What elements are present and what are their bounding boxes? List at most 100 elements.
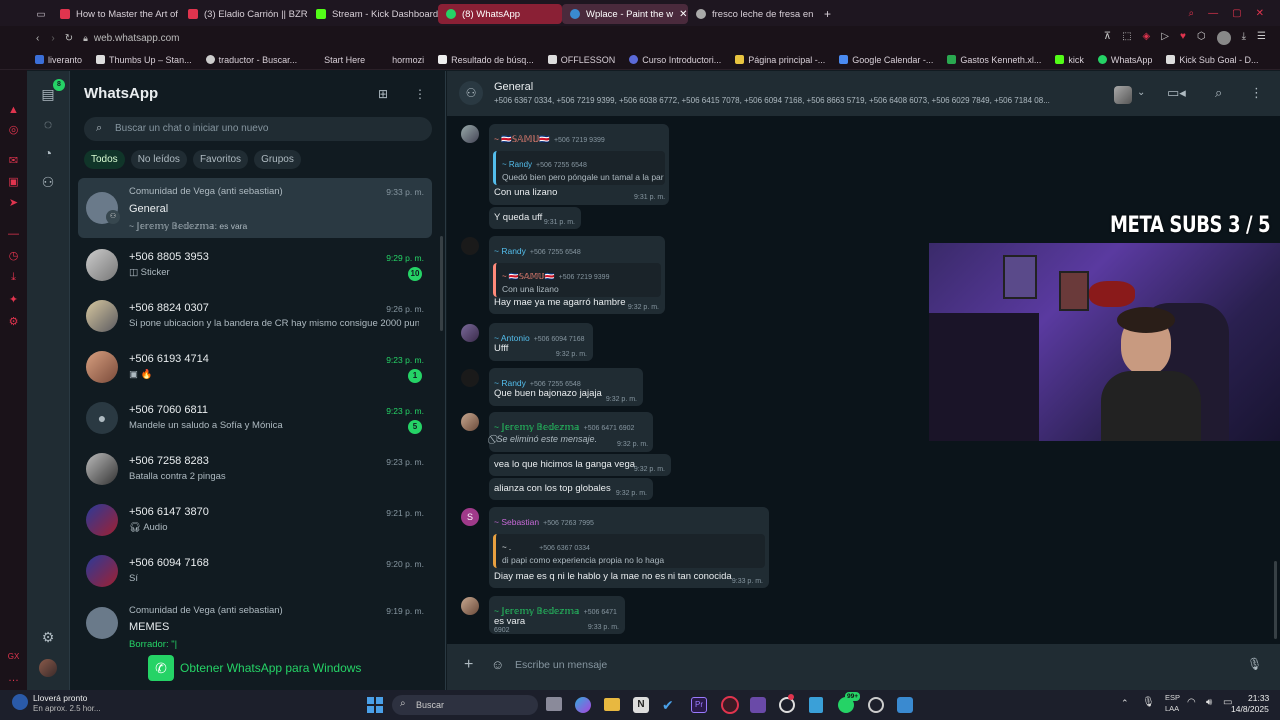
volume-icon[interactable]: 🔊︎ — [1206, 697, 1212, 708]
filter-grupos[interactable]: Grupos — [254, 150, 301, 169]
quoted-message[interactable]: ~ . +506 6367 0334 di papi como experienc… — [493, 534, 765, 568]
chat-item[interactable]: +506 6094 7168 Sí 9:20 p. m. — [78, 551, 432, 601]
bookmark-7[interactable]: Curso Introductori... — [622, 55, 728, 65]
windows-start-icon[interactable] — [367, 697, 383, 713]
chevron-down-icon[interactable]: ⌄ — [1137, 87, 1145, 98]
bookmark-11[interactable]: kick — [1048, 55, 1091, 65]
task-view-icon[interactable] — [546, 697, 562, 711]
messenger-icon[interactable]: ✉ — [7, 155, 20, 168]
search-tabs-icon[interactable]: ⌕ — [1189, 8, 1195, 19]
chat-item[interactable]: +506 6147 3870 🎧︎ Audio 9:21 p. m. — [78, 500, 432, 550]
bookmark-9[interactable]: Google Calendar -... — [832, 55, 940, 65]
todo-icon[interactable]: ✔ — [662, 697, 678, 713]
downloads-icon[interactable]: ⤓ — [7, 271, 20, 284]
keyboard-layout[interactable]: LAA — [1165, 704, 1179, 713]
wifi-icon[interactable]: ◠ — [1187, 697, 1196, 708]
crypto-icon[interactable]: ◎ — [7, 124, 20, 137]
menu-dots-icon[interactable]: ⋮ — [414, 87, 426, 101]
message-bubble[interactable]: Y queda uff 9:31 p. m. — [489, 207, 581, 229]
search-icon[interactable]: ⌕ — [1215, 85, 1222, 101]
menu-icon[interactable]: ☰ — [1257, 31, 1266, 45]
weather-icon[interactable] — [12, 694, 28, 710]
message-bubble[interactable]: ~ 𝕁𝕖𝕣𝕖𝕞𝕪 𝔹𝕖𝕕𝕖𝕫𝕞𝕒 +506 6471 6902 es vara 9… — [489, 596, 625, 634]
sender-avatar[interactable] — [461, 324, 479, 342]
get-app-banner[interactable]: ✆ Obtener WhatsApp para Windows — [70, 649, 445, 690]
extensions-icon[interactable]: ✦ — [7, 294, 20, 307]
bookmark-10[interactable]: Gastos Kenneth.xl... — [940, 55, 1048, 65]
tab-2[interactable]: (3) Eladio Carrión || BZRP — [180, 4, 308, 24]
message-input[interactable]: Escribe un mensaje — [515, 659, 607, 671]
attach-plus-icon[interactable]: + — [464, 656, 473, 674]
microphone-icon[interactable]: 🎙︎ — [1142, 697, 1155, 708]
new-tab-button[interactable]: + — [816, 4, 836, 24]
group-avatar-thumb[interactable] — [1114, 86, 1132, 104]
minimize-icon[interactable]: — — [1208, 8, 1218, 19]
copilot-icon[interactable] — [575, 697, 591, 713]
tab-5[interactable]: Wplace - Paint the w ✕ — [562, 4, 688, 24]
bookmark-8[interactable]: Página principal -... — [728, 55, 832, 65]
video-call-icon[interactable]: ▭◂ — [1167, 85, 1186, 101]
quoted-message[interactable]: ~ 🇨🇷𝕊𝔸𝕄𝕌🇨🇷 +506 7219 9399 Con una lizano — [493, 263, 661, 297]
forward-icon[interactable]: › — [51, 33, 54, 44]
menu-dots-icon[interactable]: ⋮ — [1250, 85, 1263, 101]
tab-menu-icon[interactable]: ▭ — [30, 4, 52, 24]
bookmark-4[interactable]: hormozi — [372, 55, 431, 65]
download-icon[interactable]: ⤓ — [1242, 31, 1246, 45]
play-icon[interactable]: ▷ — [1161, 31, 1169, 45]
scrollbar[interactable] — [1274, 561, 1277, 639]
chat-item[interactable]: +506 8805 3953 ◫ Sticker 9:29 p. m. 10 — [78, 245, 432, 295]
more-icon[interactable]: … — [7, 672, 20, 685]
message-bubble[interactable]: vea lo que hicimos la ganga vega 9:32 p.… — [489, 454, 671, 476]
status-icon[interactable]: ◌ — [39, 115, 57, 133]
language-code[interactable]: ESP — [1165, 693, 1180, 702]
tab-6[interactable]: fresco leche de fresa en — [688, 4, 816, 24]
extension-icon[interactable]: ⬡ — [1197, 31, 1206, 45]
twitch-icon[interactable]: ▣ — [7, 176, 20, 189]
close-window-icon[interactable]: ✕ — [1256, 8, 1264, 19]
premiere-icon[interactable]: Pr — [691, 697, 707, 713]
tab-1[interactable]: How to Master the Art of — [52, 4, 180, 24]
chat-item[interactable]: +506 6193 4714 ▣ 🔥 9:23 p. m. 1 — [78, 347, 432, 397]
snapshot-icon[interactable]: ⬚ — [1122, 31, 1131, 45]
url-field[interactable]: web.whatsapp.com — [94, 33, 180, 44]
scrollbar[interactable] — [440, 236, 443, 331]
microphone-icon[interactable]: 🎙︎ — [1247, 657, 1262, 671]
message-bubble[interactable]: ~ Randy +506 7255 6548 ~ 🇨🇷𝕊𝔸𝕄𝕌🇨🇷 +506 721… — [489, 236, 665, 314]
reload-icon[interactable]: ↻ — [65, 33, 73, 44]
profile-avatar[interactable] — [39, 659, 57, 677]
settings-icon[interactable]: ⚙ — [7, 316, 20, 329]
chat-header[interactable]: ⚇ General +506 6367 0334, +506 7219 9399… — [447, 71, 1280, 116]
clock-time[interactable]: 21:33 — [1248, 693, 1269, 703]
message-bubble[interactable]: ~ Randy +506 7255 6548 Que buen bajonazo … — [489, 368, 643, 406]
sender-avatar[interactable]: S — [461, 508, 479, 526]
message-bubble[interactable]: alianza con los top globales 9:32 p. m. — [489, 478, 653, 500]
channels-icon[interactable]: ◔ — [39, 144, 57, 162]
file-explorer-icon[interactable] — [604, 698, 620, 711]
aria-icon[interactable]: ▲ — [7, 104, 20, 117]
sender-avatar[interactable] — [461, 597, 479, 615]
teams-icon[interactable] — [750, 697, 766, 713]
sender-avatar[interactable] — [461, 413, 479, 431]
bookmark-0[interactable]: liveranto — [28, 55, 89, 65]
chat-item[interactable]: +506 7258 8283 Batalla contra 2 pingas 9… — [78, 449, 432, 499]
app-icon[interactable] — [868, 697, 884, 713]
message-bubble[interactable]: ~ 🇨🇷𝕊𝔸𝕄𝕌🇨🇷 +506 7219 9399 ~ Randy +506 725… — [489, 124, 669, 205]
pocket-icon[interactable]: ◈ — [1143, 31, 1151, 45]
communities-icon[interactable]: ⚇ — [39, 173, 57, 191]
sender-avatar[interactable] — [461, 125, 479, 143]
filter-no-leidos[interactable]: No leídos — [130, 150, 187, 169]
bookmark-13[interactable]: Kick Sub Goal - D... — [1159, 55, 1265, 65]
bookmark-3[interactable]: Start Here — [304, 55, 372, 65]
chat-item[interactable]: ● +506 7060 6811 Mandele un saludo a Sof… — [78, 398, 432, 448]
bookmark-2[interactable]: traductor - Buscar... — [199, 55, 305, 65]
chat-item[interactable]: +506 8824 0307 Si pone ubicacion y la ba… — [78, 296, 432, 346]
message-bubble[interactable]: ~ Antonio +506 6094 7168 Ufff 9:32 p. m. — [489, 323, 593, 361]
taskbar-search[interactable]: ⌕ Buscar — [392, 695, 538, 715]
search-input[interactable]: Buscar un chat o iniciar uno nuevo — [115, 123, 268, 134]
new-chat-icon[interactable]: ⊞ — [378, 87, 388, 101]
opera-gx-icon[interactable] — [721, 696, 739, 714]
telegram-icon[interactable]: ➤ — [7, 197, 20, 210]
bookmark-1[interactable]: Thumbs Up – Stan... — [89, 55, 199, 65]
profile-avatar[interactable] — [1216, 31, 1231, 45]
sender-avatar[interactable] — [461, 237, 479, 255]
